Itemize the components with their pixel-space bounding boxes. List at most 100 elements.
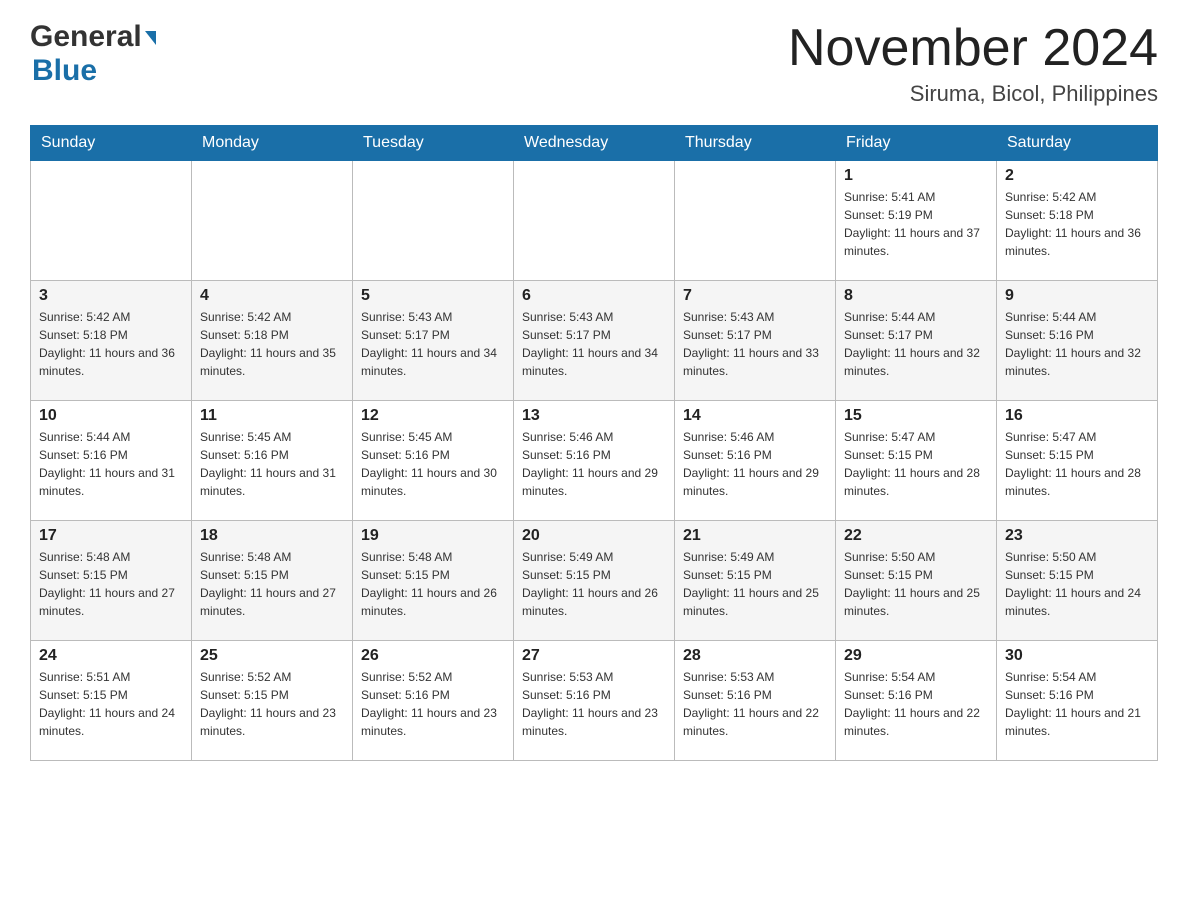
day-number: 20 <box>522 527 666 545</box>
day-number: 30 <box>1005 647 1149 665</box>
calendar-cell: 15 Sunrise: 5:47 AMSunset: 5:15 PMDayligh… <box>836 401 997 521</box>
weekday-header-row: SundayMondayTuesdayWednesdayThursdayFrid… <box>31 126 1158 161</box>
calendar-cell <box>192 161 353 281</box>
day-info: Sunrise: 5:43 AMSunset: 5:17 PMDaylight:… <box>683 308 827 380</box>
calendar-cell: 17 Sunrise: 5:48 AMSunset: 5:15 PMDayligh… <box>31 521 192 641</box>
calendar-cell: 19 Sunrise: 5:48 AMSunset: 5:15 PMDayligh… <box>353 521 514 641</box>
calendar-cell: 25Sunrise: 5:52 AMSunset: 5:15 PMDayligh… <box>192 641 353 761</box>
day-info: Sunrise: 5:42 AMSunset: 5:18 PMDaylight:… <box>200 308 344 380</box>
day-number: 7 <box>683 287 827 305</box>
calendar-cell: 4 Sunrise: 5:42 AMSunset: 5:18 PMDaylight… <box>192 281 353 401</box>
day-info: Sunrise: 5:54 AMSunset: 5:16 PMDaylight:… <box>844 668 988 740</box>
day-info: Sunrise: 5:44 AMSunset: 5:17 PMDaylight:… <box>844 308 988 380</box>
day-info: Sunrise: 5:48 AMSunset: 5:15 PMDaylight:… <box>361 548 505 620</box>
day-number: 17 <box>39 527 183 545</box>
calendar-cell: 28 Sunrise: 5:53 AMSunset: 5:16 PMDayligh… <box>675 641 836 761</box>
day-number: 14 <box>683 407 827 425</box>
day-info: Sunrise: 5:50 AMSunset: 5:15 PMDaylight:… <box>1005 548 1149 620</box>
calendar-cell: 6Sunrise: 5:43 AMSunset: 5:17 PMDaylight… <box>514 281 675 401</box>
weekday-header-monday: Monday <box>192 126 353 161</box>
day-number: 18 <box>200 527 344 545</box>
day-info: Sunrise: 5:47 AMSunset: 5:15 PMDaylight:… <box>1005 428 1149 500</box>
day-number: 21 <box>683 527 827 545</box>
location-title: Siruma, Bicol, Philippines <box>788 81 1158 107</box>
day-number: 10 <box>39 407 183 425</box>
calendar-cell: 23 Sunrise: 5:50 AMSunset: 5:15 PMDayligh… <box>997 521 1158 641</box>
day-info: Sunrise: 5:52 AMSunset: 5:16 PMDaylight:… <box>361 668 505 740</box>
calendar-cell <box>514 161 675 281</box>
month-title: November 2024 <box>788 20 1158 77</box>
calendar-cell: 24 Sunrise: 5:51 AMSunset: 5:15 PMDayligh… <box>31 641 192 761</box>
weekday-header-tuesday: Tuesday <box>353 126 514 161</box>
weekday-header-thursday: Thursday <box>675 126 836 161</box>
calendar-cell: 2Sunrise: 5:42 AMSunset: 5:18 PMDaylight… <box>997 161 1158 281</box>
day-info: Sunrise: 5:51 AMSunset: 5:15 PMDaylight:… <box>39 668 183 740</box>
logo-blue-text: Blue <box>32 54 97 88</box>
day-number: 1 <box>844 167 988 185</box>
day-info: Sunrise: 5:50 AMSunset: 5:15 PMDaylight:… <box>844 548 988 620</box>
day-info: Sunrise: 5:48 AMSunset: 5:15 PMDaylight:… <box>39 548 183 620</box>
calendar-cell: 27 Sunrise: 5:53 AMSunset: 5:16 PMDayligh… <box>514 641 675 761</box>
day-number: 11 <box>200 407 344 425</box>
day-number: 29 <box>844 647 988 665</box>
day-number: 9 <box>1005 287 1149 305</box>
page-header: General Blue November 2024 Siruma, Bicol… <box>30 20 1158 107</box>
day-info: Sunrise: 5:44 AMSunset: 5:16 PMDaylight:… <box>39 428 183 500</box>
day-number: 13 <box>522 407 666 425</box>
weekday-header-saturday: Saturday <box>997 126 1158 161</box>
calendar-table: SundayMondayTuesdayWednesdayThursdayFrid… <box>30 125 1158 761</box>
day-info: Sunrise: 5:53 AMSunset: 5:16 PMDaylight:… <box>683 668 827 740</box>
calendar-week-row: 1 Sunrise: 5:41 AMSunset: 5:19 PMDaylight… <box>31 161 1158 281</box>
calendar-cell: 7 Sunrise: 5:43 AMSunset: 5:17 PMDaylight… <box>675 281 836 401</box>
day-number: 28 <box>683 647 827 665</box>
day-number: 27 <box>522 647 666 665</box>
day-number: 23 <box>1005 527 1149 545</box>
day-info: Sunrise: 5:54 AMSunset: 5:16 PMDaylight:… <box>1005 668 1149 740</box>
day-info: Sunrise: 5:41 AMSunset: 5:19 PMDaylight:… <box>844 188 988 260</box>
calendar-week-row: 10 Sunrise: 5:44 AMSunset: 5:16 PMDayligh… <box>31 401 1158 521</box>
calendar-cell <box>31 161 192 281</box>
day-number: 24 <box>39 647 183 665</box>
calendar-cell: 30 Sunrise: 5:54 AMSunset: 5:16 PMDayligh… <box>997 641 1158 761</box>
day-number: 12 <box>361 407 505 425</box>
day-number: 26 <box>361 647 505 665</box>
calendar-cell: 14 Sunrise: 5:46 AMSunset: 5:16 PMDayligh… <box>675 401 836 521</box>
calendar-cell: 9Sunrise: 5:44 AMSunset: 5:16 PMDaylight… <box>997 281 1158 401</box>
day-number: 3 <box>39 287 183 305</box>
day-info: Sunrise: 5:48 AMSunset: 5:15 PMDaylight:… <box>200 548 344 620</box>
calendar-cell: 5 Sunrise: 5:43 AMSunset: 5:17 PMDaylight… <box>353 281 514 401</box>
day-number: 4 <box>200 287 344 305</box>
day-number: 5 <box>361 287 505 305</box>
day-info: Sunrise: 5:53 AMSunset: 5:16 PMDaylight:… <box>522 668 666 740</box>
calendar-cell: 20Sunrise: 5:49 AMSunset: 5:15 PMDayligh… <box>514 521 675 641</box>
day-info: Sunrise: 5:42 AMSunset: 5:18 PMDaylight:… <box>39 308 183 380</box>
day-number: 16 <box>1005 407 1149 425</box>
calendar-cell: 21 Sunrise: 5:49 AMSunset: 5:15 PMDayligh… <box>675 521 836 641</box>
day-info: Sunrise: 5:45 AMSunset: 5:16 PMDaylight:… <box>361 428 505 500</box>
calendar-cell: 18 Sunrise: 5:48 AMSunset: 5:15 PMDayligh… <box>192 521 353 641</box>
calendar-cell <box>675 161 836 281</box>
day-info: Sunrise: 5:47 AMSunset: 5:15 PMDaylight:… <box>844 428 988 500</box>
calendar-cell: 3 Sunrise: 5:42 AMSunset: 5:18 PMDaylight… <box>31 281 192 401</box>
day-info: Sunrise: 5:46 AMSunset: 5:16 PMDaylight:… <box>683 428 827 500</box>
calendar-cell: 22 Sunrise: 5:50 AMSunset: 5:15 PMDayligh… <box>836 521 997 641</box>
day-number: 19 <box>361 527 505 545</box>
day-info: Sunrise: 5:43 AMSunset: 5:17 PMDaylight:… <box>361 308 505 380</box>
calendar-cell: 8Sunrise: 5:44 AMSunset: 5:17 PMDaylight… <box>836 281 997 401</box>
weekday-header-sunday: Sunday <box>31 126 192 161</box>
day-number: 22 <box>844 527 988 545</box>
title-area: November 2024 Siruma, Bicol, Philippines <box>788 20 1158 107</box>
day-info: Sunrise: 5:49 AMSunset: 5:15 PMDaylight:… <box>683 548 827 620</box>
day-info: Sunrise: 5:46 AMSunset: 5:16 PMDaylight:… <box>522 428 666 500</box>
day-number: 15 <box>844 407 988 425</box>
calendar-week-row: 3 Sunrise: 5:42 AMSunset: 5:18 PMDaylight… <box>31 281 1158 401</box>
day-number: 25 <box>200 647 344 665</box>
calendar-week-row: 17 Sunrise: 5:48 AMSunset: 5:15 PMDayligh… <box>31 521 1158 641</box>
calendar-cell: 11Sunrise: 5:45 AMSunset: 5:16 PMDayligh… <box>192 401 353 521</box>
logo-arrow-icon <box>145 31 156 45</box>
weekday-header-friday: Friday <box>836 126 997 161</box>
day-info: Sunrise: 5:42 AMSunset: 5:18 PMDaylight:… <box>1005 188 1149 260</box>
calendar-cell: 29 Sunrise: 5:54 AMSunset: 5:16 PMDayligh… <box>836 641 997 761</box>
day-number: 6 <box>522 287 666 305</box>
calendar-cell: 12 Sunrise: 5:45 AMSunset: 5:16 PMDayligh… <box>353 401 514 521</box>
